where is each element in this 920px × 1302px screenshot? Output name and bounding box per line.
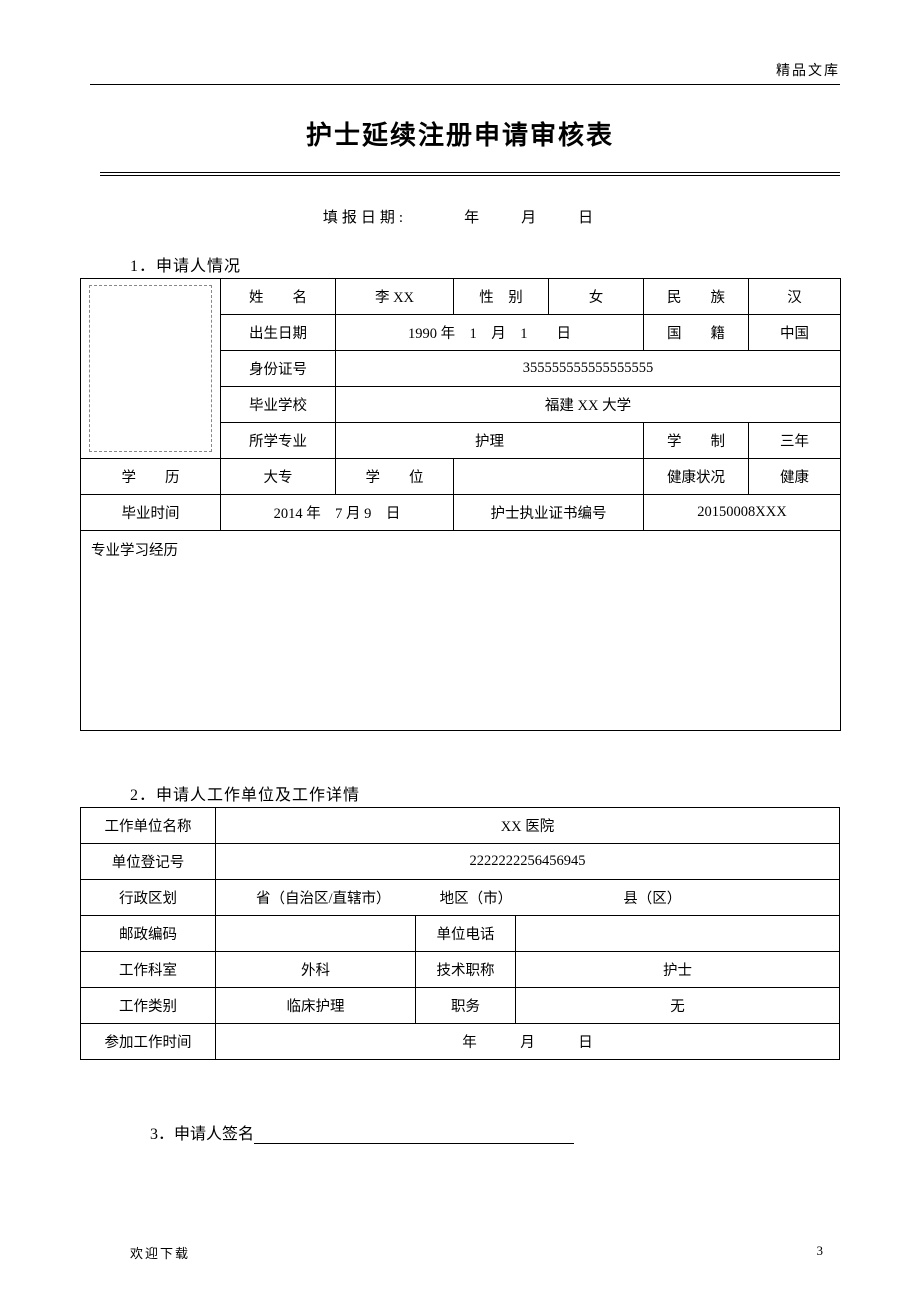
- study-history-cell: 专业学习经历: [81, 531, 841, 731]
- value-postcode: [216, 916, 416, 952]
- admin-county: 县（区）: [623, 891, 681, 907]
- value-tech-title: 护士: [516, 952, 840, 988]
- table-row: 专业学习经历: [81, 531, 841, 731]
- label-study-history: 专业学习经历: [91, 543, 178, 559]
- value-name: 李 XX: [336, 279, 454, 315]
- value-education: 大专: [221, 459, 336, 495]
- section2-heading: 2．申请人工作单位及工作详情: [130, 781, 840, 805]
- label-work-type: 工作类别: [81, 988, 216, 1024]
- title-rule: [100, 172, 840, 176]
- admin-prov: 省（自治区/直辖市）: [256, 887, 436, 908]
- value-school: 福建 XX 大学: [336, 387, 841, 423]
- table-row: 工作类别 临床护理 职务 无: [81, 988, 840, 1024]
- label-duration: 学 制: [644, 423, 749, 459]
- label-tech-title: 技术职称: [416, 952, 516, 988]
- label-idno: 身份证号: [221, 351, 336, 387]
- value-dob: 1990 年 1 月 1 日: [336, 315, 644, 351]
- label-school: 毕业学校: [221, 387, 336, 423]
- value-admin-div: 省（自治区/直辖市） 地区（市） 县（区）: [216, 880, 840, 916]
- section3-signature: 3．申请人签名: [150, 1120, 840, 1144]
- admin-city: 地区（市）: [440, 887, 620, 908]
- header-corner: 精品文库: [80, 60, 840, 80]
- value-nationality: 中国: [749, 315, 841, 351]
- label-unit-name: 工作单位名称: [81, 808, 216, 844]
- applicant-table: 姓 名 李 XX 性 别 女 民 族 汉 出生日期 1990 年 1 月 1 日…: [80, 278, 841, 731]
- label-nationality: 国 籍: [644, 315, 749, 351]
- fill-date: 填报日期: 年 月 日: [80, 206, 840, 227]
- value-position: 无: [516, 988, 840, 1024]
- label-major: 所学专业: [221, 423, 336, 459]
- value-dept: 外科: [216, 952, 416, 988]
- footer-page-number: 3: [817, 1243, 826, 1262]
- table-row: 单位登记号 2222222256456945: [81, 844, 840, 880]
- label-name: 姓 名: [221, 279, 336, 315]
- label-dept: 工作科室: [81, 952, 216, 988]
- label-graduation: 毕业时间: [81, 495, 221, 531]
- label-unit-phone: 单位电话: [416, 916, 516, 952]
- value-unit-name: XX 医院: [216, 808, 840, 844]
- table-row: 学 历 大专 学 位 健康状况 健康: [81, 459, 841, 495]
- table-row: 毕业时间 2014 年 7 月 9 日 护士执业证书编号 20150008XXX: [81, 495, 841, 531]
- value-duration: 三年: [749, 423, 841, 459]
- label-start-date: 参加工作时间: [81, 1024, 216, 1060]
- signature-line: [254, 1143, 574, 1144]
- table-row: 工作科室 外科 技术职称 护士: [81, 952, 840, 988]
- photo-cell: [81, 279, 221, 459]
- value-unit-reg: 2222222256456945: [216, 844, 840, 880]
- header-rule: [90, 84, 840, 85]
- value-certno: 20150008XXX: [644, 495, 841, 531]
- value-degree: [454, 459, 644, 495]
- work-table: 工作单位名称 XX 医院 单位登记号 2222222256456945 行政区划…: [80, 807, 840, 1060]
- value-gender: 女: [549, 279, 644, 315]
- value-idno: 355555555555555555: [336, 351, 841, 387]
- value-health: 健康: [749, 459, 841, 495]
- page-title: 护士延续注册申请审核表: [80, 115, 840, 152]
- label-admin-div: 行政区划: [81, 880, 216, 916]
- section3-heading: 3．申请人签名: [150, 1126, 254, 1143]
- footer-left: 欢迎下载: [130, 1243, 190, 1262]
- table-row: 姓 名 李 XX 性 别 女 民 族 汉: [81, 279, 841, 315]
- label-certno: 护士执业证书编号: [454, 495, 644, 531]
- label-dob: 出生日期: [221, 315, 336, 351]
- label-gender: 性 别: [454, 279, 549, 315]
- value-ethnic: 汉: [749, 279, 841, 315]
- label-education: 学 历: [81, 459, 221, 495]
- value-major: 护理: [336, 423, 644, 459]
- value-work-type: 临床护理: [216, 988, 416, 1024]
- section1-heading: 1．申请人情况: [130, 252, 840, 276]
- label-health: 健康状况: [644, 459, 749, 495]
- value-unit-phone: [516, 916, 840, 952]
- value-graduation: 2014 年 7 月 9 日: [221, 495, 454, 531]
- value-start-date: 年 月 日: [216, 1024, 840, 1060]
- table-row: 参加工作时间 年 月 日: [81, 1024, 840, 1060]
- label-degree: 学 位: [336, 459, 454, 495]
- table-row: 工作单位名称 XX 医院: [81, 808, 840, 844]
- table-row: 行政区划 省（自治区/直辖市） 地区（市） 县（区）: [81, 880, 840, 916]
- label-unit-reg: 单位登记号: [81, 844, 216, 880]
- page-footer: 欢迎下载 3: [130, 1243, 825, 1262]
- table-row: 邮政编码 单位电话: [81, 916, 840, 952]
- label-ethnic: 民 族: [644, 279, 749, 315]
- label-postcode: 邮政编码: [81, 916, 216, 952]
- label-position: 职务: [416, 988, 516, 1024]
